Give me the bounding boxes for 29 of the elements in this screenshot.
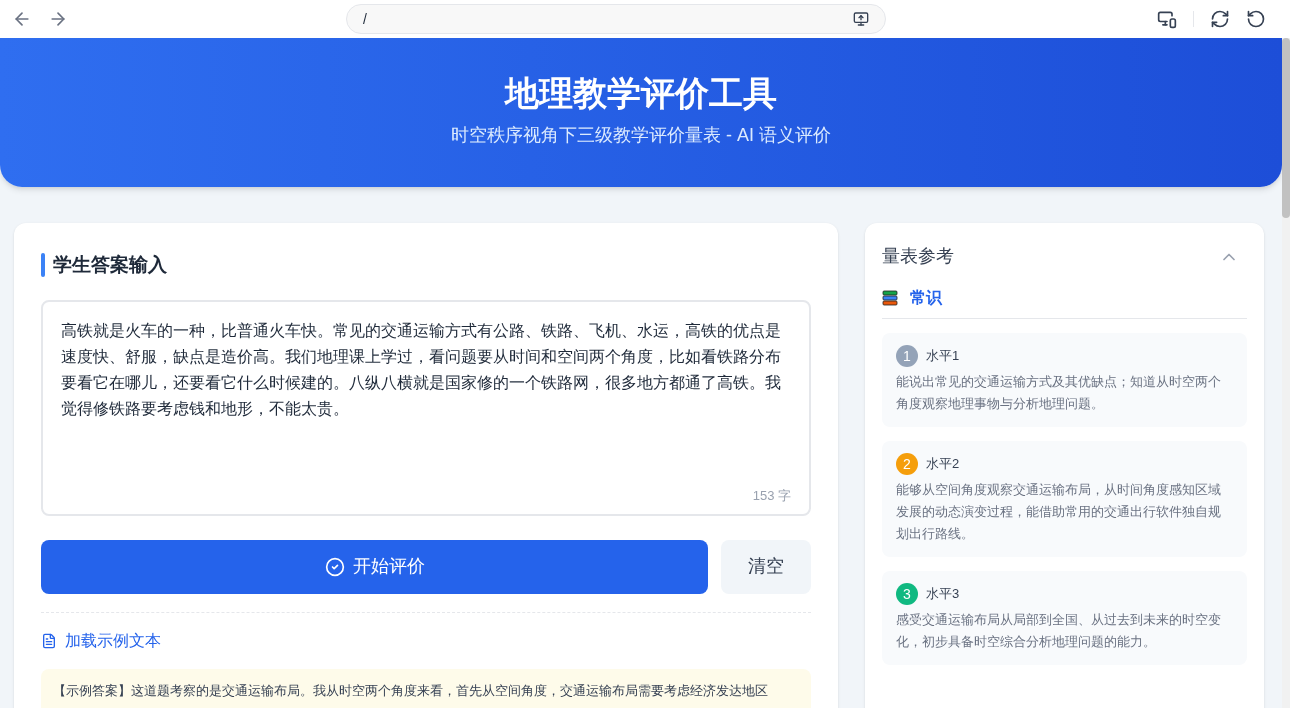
level-label: 水平1 xyxy=(926,347,960,366)
reload-icon[interactable] xyxy=(1210,9,1230,29)
load-example-link[interactable]: 加载示例文本 xyxy=(41,628,811,653)
level-label: 水平3 xyxy=(926,585,960,604)
address-text: / xyxy=(363,10,367,29)
scrollbar[interactable] xyxy=(1282,38,1290,708)
answer-text: 高铁就是火车的一种，比普通火车快。常见的交通运输方式有公路、铁路、飞机、水运，高铁的优点是速度快、舒服，缺点是造价高。我们地理课上学过，看问题要从时间和空间两个角度，比如看铁路分布要看它在哪儿，还要看它什么时候建的。八纵八横就是国家修的一个铁路网，很多地方都通了高铁。我觉得修铁路要考虑钱和地形，不能太贵。 xyxy=(61,320,782,419)
cast-icon[interactable] xyxy=(853,11,869,27)
check-circle-icon xyxy=(324,556,345,577)
level-description: 感受交通运输布局从局部到全国、从过去到未来的时空变化，初步具备时空综合分析地理问题的能力。 xyxy=(896,612,1222,651)
answer-textarea[interactable]: 高铁就是火车的一种，比普通火车快。常见的交通运输方式有公路、铁路、飞机、水运，高铁的优点是速度快、舒服，缺点是造价高。我们地理课上学过，看问题要从时间和空间两个角度，比如看铁路分布要看它在哪儿，还要看它什么时候建的。八纵八横就是国家修的一个铁路网，很多地方都通了高铁。我觉得修铁路要考虑钱和地形，不能太贵。 153 字 xyxy=(41,299,811,516)
app-subtitle: 时空秩序视角下三级教学评价量表 - AI 语义评价 xyxy=(451,124,831,147)
clear-button[interactable]: 清空 xyxy=(721,539,811,594)
accent-bar xyxy=(41,253,45,278)
address-bar[interactable]: / xyxy=(346,4,886,34)
level-description: 能说出常见的交通运输方式及其优缺点；知道从时空两个角度观察地理事物与分析地理问题。 xyxy=(896,374,1222,413)
books-icon xyxy=(882,290,898,306)
reset-icon[interactable] xyxy=(1246,9,1266,29)
app-title: 地理教学评价工具 xyxy=(505,76,777,110)
rubric-title: 量表参考 xyxy=(882,245,954,268)
level-label: 水平2 xyxy=(926,455,960,474)
evaluate-button[interactable]: 开始评价 xyxy=(41,539,708,594)
level-description: 能够从空间角度观察交通运输布局，从时间角度感知区域发展的动态演变过程，能借助常用的交通出行软件独自规划出行路线。 xyxy=(896,482,1222,543)
card-title: 学生答案输入 xyxy=(53,253,167,277)
char-count: 153 字 xyxy=(752,487,791,505)
section-title: 常识 xyxy=(910,288,942,308)
example-text: 【示例答案】这道题考察的是交通运输布局。我从时空两个角度来看，首先从空间角度，交通运输布局需要考虑经济发达地区 xyxy=(53,682,769,700)
document-icon xyxy=(41,632,57,649)
devices-icon[interactable] xyxy=(1157,9,1177,29)
